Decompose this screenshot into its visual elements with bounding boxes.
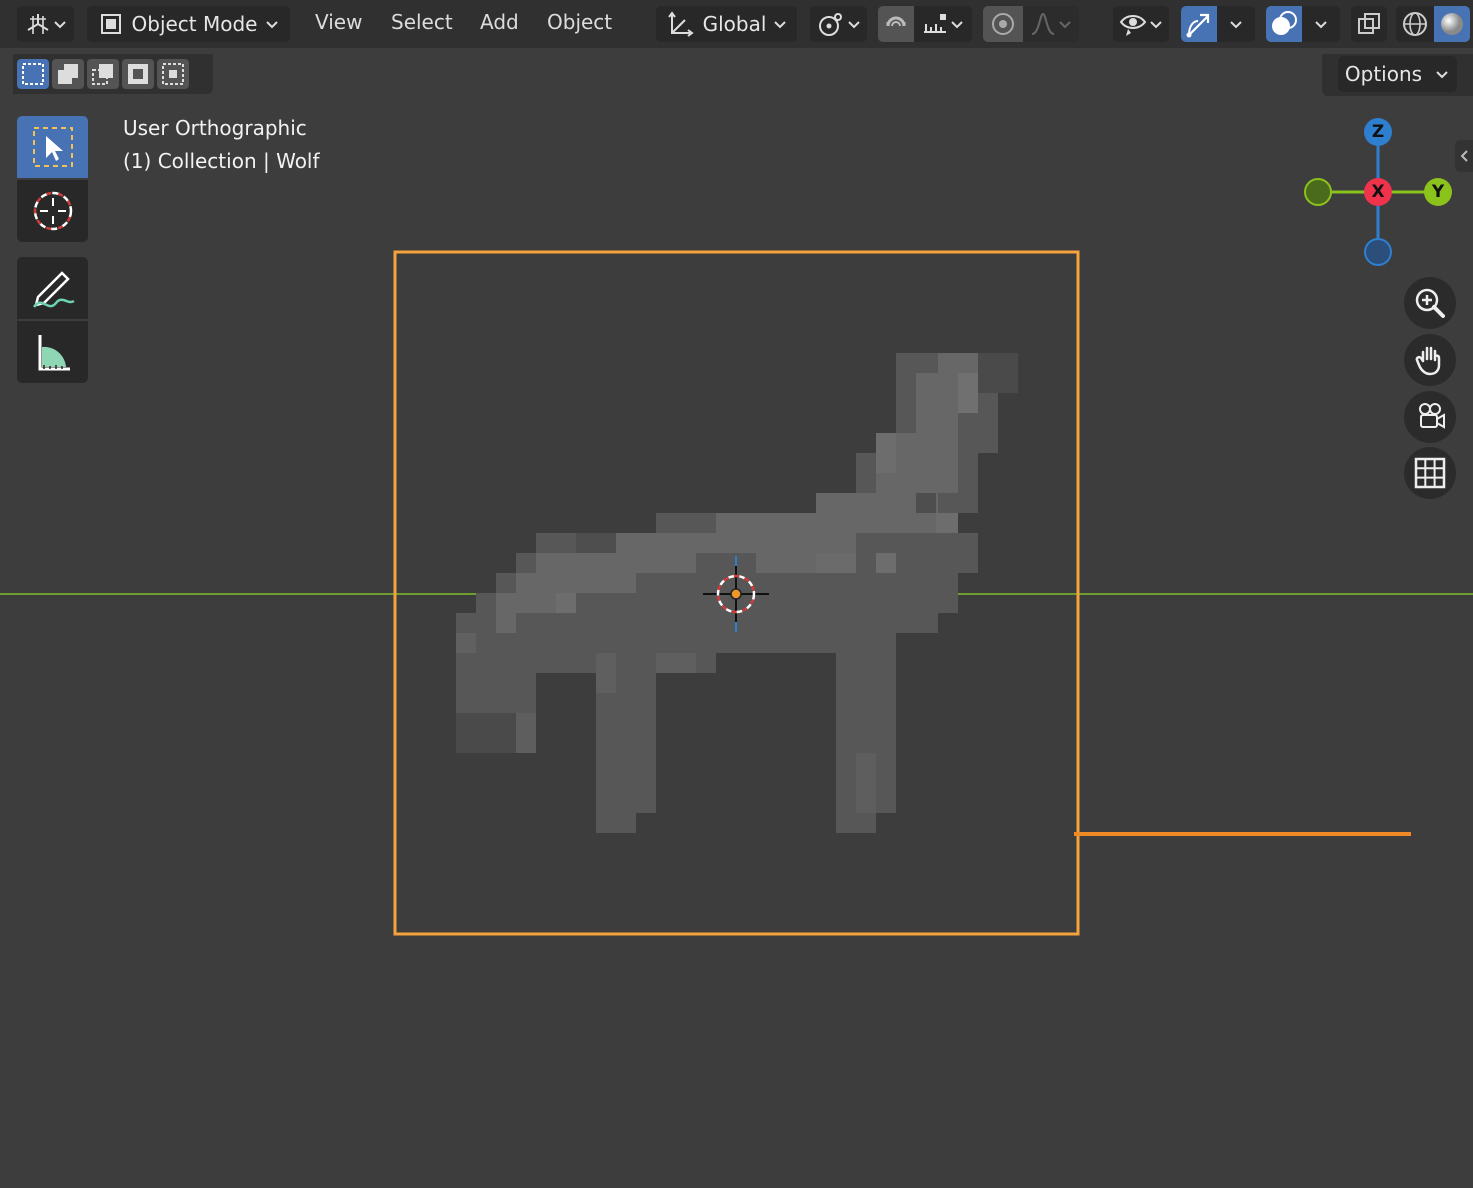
gizmo-z-label: Z xyxy=(1371,122,1385,142)
ortho-grid-icon xyxy=(1414,457,1446,489)
chevron-left-icon xyxy=(1460,150,1468,162)
zoom-icon xyxy=(1415,288,1445,318)
sidebar-collapse-tab[interactable] xyxy=(1455,140,1473,172)
viewport-scene[interactable] xyxy=(0,0,1473,1188)
pan-hand-icon xyxy=(1415,346,1441,376)
camera-view-button[interactable] xyxy=(1404,391,1456,443)
object-origin xyxy=(730,588,742,600)
gizmo-y-label: Y xyxy=(1431,182,1445,202)
zoom-button[interactable] xyxy=(1404,277,1456,329)
gizmo-y-handle[interactable]: Y xyxy=(1424,178,1452,206)
gizmo-x-handle[interactable]: X xyxy=(1364,178,1392,206)
ortho-grid-button[interactable] xyxy=(1404,447,1456,499)
gizmo-z-handle[interactable]: Z xyxy=(1364,118,1392,146)
camera-view-icon xyxy=(1419,403,1445,429)
pan-button[interactable] xyxy=(1404,334,1456,386)
gizmo-x-label: X xyxy=(1371,182,1385,202)
